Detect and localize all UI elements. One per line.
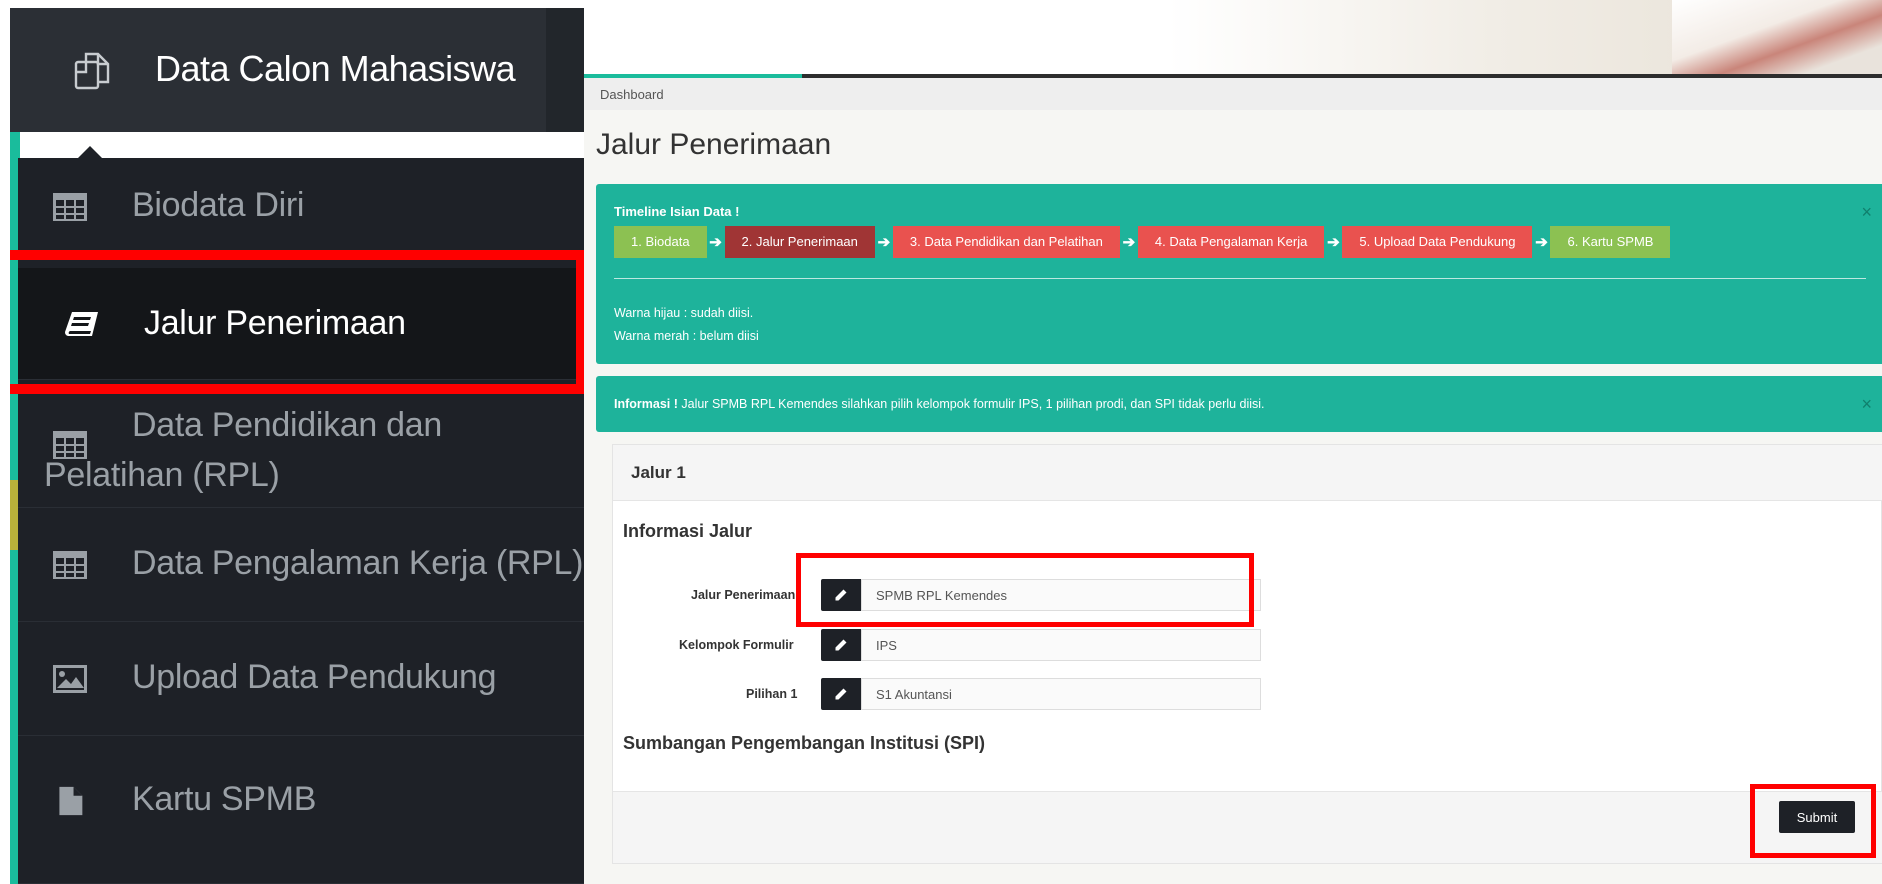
header-strip [546, 8, 584, 132]
step-data-pendidikan[interactable]: 3. Data Pendidikan dan Pelatihan [892, 226, 1120, 258]
section-informasi-jalur: Informasi Jalur [623, 521, 753, 541]
page-title: Jalur Penerimaan [596, 128, 832, 161]
sidebar-item-label: Biodata Diri [132, 186, 305, 224]
sidebar-item-kartu-spmb[interactable]: Kartu SPMB [18, 736, 584, 884]
arrow-right-icon: ➔ [1535, 234, 1548, 251]
copy-icon [74, 52, 110, 90]
panel-footer [613, 791, 1882, 863]
sidebar-item-data-pengalaman[interactable]: Data Pengalaman Kerja (RPL) [18, 508, 584, 622]
sidebar-item-label: Kartu SPMB [132, 780, 317, 818]
timeline-steps: 1. Biodata ➔ 2. Jalur Penerimaan ➔ 3. Da… [614, 226, 1671, 258]
info-alert-message: Jalur SPMB RPL Kemendes silahkan pilih k… [677, 397, 1265, 411]
sidebar-header-title: Data Calon Mahasiswa [155, 48, 516, 89]
jalur-panel: Jalur 1 Informasi Jalur Jalur Penerimaan… [612, 444, 1882, 864]
info-alert-text: Informasi ! Jalur SPMB RPL Kemendes sila… [614, 397, 1265, 411]
edit-button[interactable] [821, 629, 861, 661]
sidebar-item-label: Data Pengalaman Kerja (RPL) [132, 544, 584, 582]
arrow-right-icon: ➔ [709, 234, 722, 251]
timeline-title: Timeline Isian Data ! [614, 204, 740, 219]
step-kartu-spmb[interactable]: 6. Kartu SPMB [1550, 226, 1671, 258]
table-icon [53, 193, 87, 221]
breadcrumb: Dashboard [584, 78, 1882, 110]
panel-header: Jalur 1 [613, 445, 1882, 501]
image-icon [53, 665, 87, 693]
step-upload-data[interactable]: 5. Upload Data Pendukung [1342, 226, 1533, 258]
pilihan-1-field[interactable] [861, 678, 1261, 710]
breadcrumb-dashboard[interactable]: Dashboard [600, 87, 664, 102]
highlight-box-sidebar [10, 250, 586, 394]
field-label: Jalur Penerimaan [691, 588, 796, 602]
field-label: Pilihan 1 [746, 687, 798, 701]
sidebar-item-label: Upload Data Pendukung [132, 658, 497, 696]
pencil-icon [835, 639, 847, 651]
info-alert-bold: Informasi ! [614, 397, 678, 411]
kelompok-formulir-field[interactable] [861, 629, 1261, 661]
sidebar: Data Calon Mahasiswa Biodata Diri Jalur … [0, 0, 586, 884]
section-spi: Sumbangan Pengembangan Institusi (SPI) [623, 733, 986, 753]
arrow-right-icon: ➔ [1122, 234, 1136, 251]
header-banner [584, 0, 1882, 76]
step-data-pengalaman[interactable]: 4. Data Pengalaman Kerja [1137, 226, 1325, 258]
sidebar-item-label: Data Pendidikan dan Pelatihan (RPL) [44, 406, 442, 494]
legend-green: Warna hijau : sudah diisi. [614, 306, 754, 320]
highlight-box-jalur-field [796, 553, 1254, 627]
sidebar-item-biodata-diri[interactable]: Biodata Diri [18, 158, 584, 254]
timeline-divider [614, 278, 1866, 279]
pencil-icon [835, 688, 847, 700]
file-icon [59, 786, 83, 816]
step-biodata[interactable]: 1. Biodata [614, 226, 707, 258]
main-content: Dashboard Jalur Penerimaan Timeline Isia… [584, 0, 1882, 884]
close-icon[interactable]: × [1861, 394, 1872, 415]
arrow-right-icon: ➔ [877, 234, 891, 251]
banner-building [1672, 0, 1882, 76]
info-alert: Informasi ! Jalur SPMB RPL Kemendes sila… [596, 376, 1882, 432]
legend-red: Warna merah : belum diisi [614, 329, 759, 343]
panel-title: Jalur 1 [631, 463, 686, 482]
highlight-box-submit [1750, 784, 1876, 858]
sidebar-item-upload-data[interactable]: Upload Data Pendukung [18, 622, 584, 736]
table-icon [53, 551, 87, 579]
sidebar-header[interactable]: Data Calon Mahasiswa [10, 8, 584, 132]
arrow-right-icon: ➔ [1327, 234, 1340, 251]
edit-button[interactable] [821, 678, 861, 710]
field-label: Kelompok Formulir [679, 638, 794, 652]
sidebar-item-data-pendidikan[interactable]: Data Pendidikan dan Pelatihan (RPL) [18, 380, 584, 508]
close-icon[interactable]: × [1861, 202, 1872, 223]
step-jalur-penerimaan[interactable]: 2. Jalur Penerimaan [724, 226, 875, 258]
timeline-alert: Timeline Isian Data ! × 1. Biodata ➔ 2. … [596, 184, 1882, 364]
